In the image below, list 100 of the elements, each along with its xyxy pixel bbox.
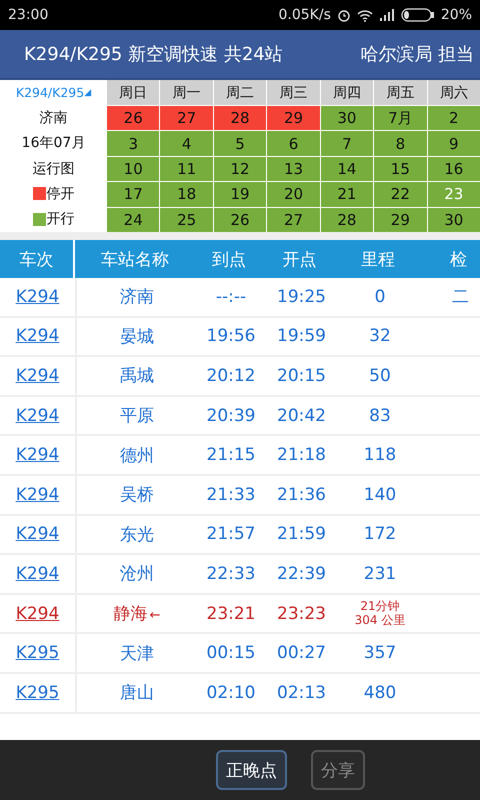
caption-label: 运行图 — [32, 160, 74, 179]
mileage-text: 32 — [369, 326, 391, 346]
arrival-time: 20:12 — [206, 366, 256, 386]
station-name: 东光 — [120, 524, 154, 546]
arrival-time: 20:39 — [206, 406, 256, 426]
train-link[interactable]: K295 — [16, 682, 60, 703]
station-name: 禹城 — [120, 365, 154, 388]
calendar-day: 7 — [320, 131, 374, 156]
calendar-day: 21 — [320, 182, 374, 207]
weekday-header: 周六 — [428, 80, 480, 105]
calendar-day: 11 — [160, 156, 213, 182]
weekday-header: 周四 — [320, 80, 374, 105]
arrival-time: 22:33 — [206, 564, 256, 584]
calendar-day: 9 — [428, 131, 480, 156]
train-link[interactable]: K295 — [16, 643, 60, 664]
calendar-day: 27 — [267, 208, 320, 232]
station-name: 平原 — [120, 405, 154, 428]
departure-time: 19:59 — [277, 326, 326, 346]
station-name: 德州 — [120, 444, 154, 467]
column-header: 到点 — [211, 248, 247, 272]
mileage-text: 0 — [374, 286, 386, 307]
mileage-text: 21分钟 304 公里 — [354, 600, 406, 628]
train-link[interactable]: K294 — [16, 366, 60, 386]
station-name: 晏城 — [120, 326, 154, 348]
weekday-header: 周五 — [374, 80, 427, 105]
column-header: 里程 — [360, 248, 396, 272]
calendar-day: 20 — [267, 182, 320, 207]
battery-text: 20% — [440, 7, 472, 23]
train-link[interactable]: K294 — [16, 406, 60, 426]
calendar-day: 16 — [428, 156, 480, 182]
train-link[interactable]: K294 — [16, 326, 60, 346]
legend-label: 开行 — [46, 210, 74, 228]
column-header: 车次 — [0, 240, 75, 278]
train-link[interactable]: K294 — [16, 445, 60, 466]
gate-text: 二 — [452, 286, 469, 308]
calendar-day: 30 — [320, 106, 374, 130]
arrival-time: 21:57 — [206, 524, 256, 544]
departure-time: 23:23 — [277, 604, 326, 624]
calendar-day: 6 — [267, 131, 320, 156]
weekday-header: 周日 — [107, 80, 160, 105]
train-link[interactable]: K294 — [16, 564, 60, 584]
column-header: 检 — [449, 248, 468, 272]
calendar-day: 23 — [428, 182, 480, 207]
station-name: 吴桥 — [120, 484, 154, 506]
calendar-day: 18 — [160, 182, 213, 207]
month-label: 16年07月 — [22, 134, 86, 154]
arrival-time: 00:15 — [206, 643, 256, 664]
departure-time: 20:15 — [277, 366, 326, 386]
calendar-day: 4 — [160, 131, 213, 156]
arrival-time: 21:33 — [206, 484, 256, 505]
mileage-text: 140 — [364, 484, 396, 505]
calendar-day: 5 — [214, 131, 266, 156]
network-speed-text: 0.05K/s — [278, 7, 331, 23]
train-link[interactable]: K294 — [16, 524, 60, 544]
departure-time: 21:18 — [277, 445, 326, 466]
calendar-day: 30 — [428, 208, 480, 232]
calendar-day: 26 — [107, 106, 160, 130]
arrival-time: --:-- — [216, 286, 246, 307]
column-header: 开点 — [282, 248, 318, 272]
signal-icon — [378, 9, 395, 21]
weekday-header: 周三 — [267, 80, 320, 105]
calendar-day: 8 — [374, 131, 427, 156]
calendar-day: 25 — [160, 208, 213, 232]
departure-time: 21:59 — [277, 524, 326, 544]
arrival-time: 02:10 — [206, 682, 256, 703]
weekday-header: 周二 — [214, 80, 266, 105]
train-link[interactable]: K294 — [16, 484, 60, 505]
action-button[interactable]: 分享 — [311, 750, 365, 790]
train-title: K294/K295 新空调快速 共24站 — [24, 43, 283, 66]
station-name: 天津 — [120, 642, 154, 665]
calendar-day: 15 — [374, 156, 427, 182]
station-name: 静海← — [114, 603, 160, 626]
mileage-text: 357 — [364, 643, 396, 664]
wifi-icon — [356, 8, 373, 22]
calendar-day: 19 — [214, 182, 266, 207]
calendar-day: 28 — [214, 106, 266, 130]
mileage-text: 480 — [364, 682, 396, 703]
action-button[interactable]: 正晚点 — [216, 750, 287, 790]
mileage-text: 231 — [364, 564, 396, 584]
mileage-text: 118 — [364, 445, 396, 466]
calendar-day: 2 — [428, 106, 480, 130]
calendar-day: 22 — [374, 182, 427, 207]
calendar-day: 13 — [267, 156, 320, 182]
calendar-day: 7月 — [374, 106, 427, 130]
mileage-text: 83 — [369, 406, 391, 426]
station-name: 沧州 — [120, 563, 154, 586]
mileage-text: 50 — [369, 366, 391, 386]
departure-time: 21:36 — [277, 484, 326, 505]
arrival-time: 23:21 — [206, 604, 256, 624]
calendar-day: 3 — [107, 131, 160, 156]
calendar-day: 17 — [107, 182, 160, 207]
column-header: 车站名称 — [100, 248, 170, 272]
battery-icon — [400, 8, 435, 22]
station-name: 济南 — [120, 286, 154, 308]
train-link[interactable]: K294/K295◢ — [16, 80, 92, 106]
train-link[interactable]: K294 — [16, 604, 60, 624]
train-link[interactable]: K294 — [16, 286, 60, 307]
departure-time: 20:42 — [277, 406, 326, 426]
alarm-icon — [336, 8, 351, 22]
weekday-header: 周一 — [160, 80, 213, 105]
